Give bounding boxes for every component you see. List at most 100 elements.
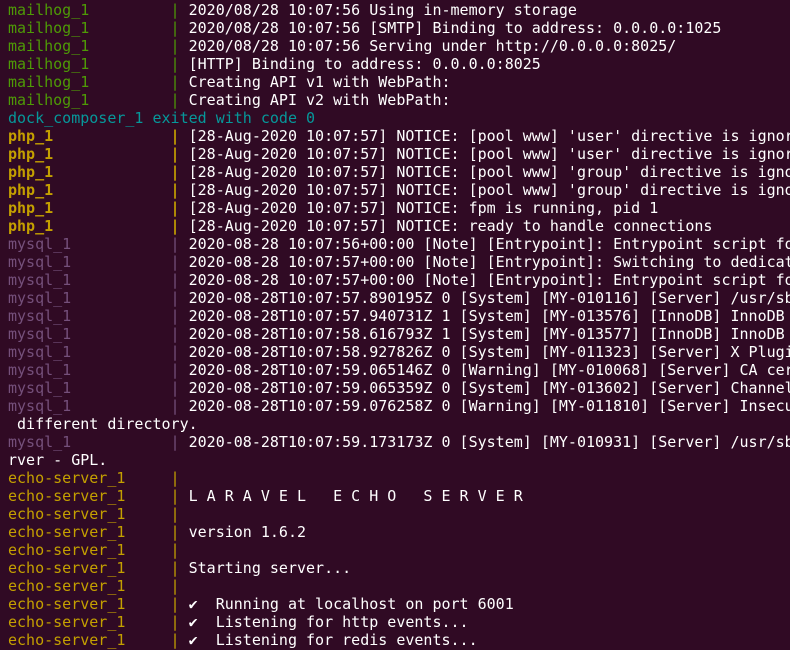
log-message: different directory. xyxy=(8,415,198,433)
service-name: mailhog_1 xyxy=(8,1,90,19)
service-name: echo-server_1 xyxy=(8,613,126,631)
log-message: [HTTP] Binding to address: 0.0.0.0:8025 xyxy=(188,55,541,73)
service-padding xyxy=(71,397,161,415)
service-padding xyxy=(89,1,161,19)
service-padding xyxy=(71,325,161,343)
column-separator: | xyxy=(161,1,189,19)
log-line: echo-server_1 | Starting server... xyxy=(0,559,790,577)
log-message: Starting server... xyxy=(188,559,352,577)
log-line: mysql_1 | 2020-08-28 10:07:57+00:00 [Not… xyxy=(0,253,790,271)
column-separator: | xyxy=(161,217,189,235)
service-name: mysql_1 xyxy=(8,289,72,307)
log-message: ✔ Running at localhost on port 6001 xyxy=(188,595,514,613)
service-padding xyxy=(53,127,161,145)
service-padding xyxy=(125,523,161,541)
service-name: echo-server_1 xyxy=(8,505,126,523)
log-line: mailhog_1 | 2020/08/28 10:07:56 [SMTP] B… xyxy=(0,19,790,37)
log-line: different directory. xyxy=(0,415,790,433)
service-name: mailhog_1 xyxy=(8,19,90,37)
log-message: Creating API v2 with WebPath: xyxy=(188,91,451,109)
log-message: [28-Aug-2020 10:07:57] NOTICE: fpm is ru… xyxy=(188,199,659,217)
service-padding xyxy=(125,505,161,523)
column-separator: | xyxy=(161,577,189,595)
service-name: echo-server_1 xyxy=(8,631,126,649)
log-message: version 1.6.2 xyxy=(188,523,307,541)
log-message: ✔ Listening for http events... xyxy=(188,613,469,631)
column-separator: | xyxy=(161,541,189,559)
service-padding xyxy=(71,289,161,307)
service-padding xyxy=(125,559,161,577)
column-separator: | xyxy=(161,559,189,577)
column-separator: | xyxy=(161,37,189,55)
log-line: mailhog_1 | Creating API v1 with WebPath… xyxy=(0,73,790,91)
service-name: dock_composer_1 exited with code 0 xyxy=(8,109,316,127)
service-name: php_1 xyxy=(8,217,54,235)
log-message: [28-Aug-2020 10:07:57] NOTICE: [pool www… xyxy=(188,181,790,199)
column-separator: | xyxy=(161,73,189,91)
service-padding xyxy=(71,361,161,379)
log-line: mysql_1 | 2020-08-28T10:07:58.927826Z 0 … xyxy=(0,343,790,361)
log-line: php_1 | [28-Aug-2020 10:07:57] NOTICE: r… xyxy=(0,217,790,235)
service-name: mailhog_1 xyxy=(8,73,90,91)
service-padding xyxy=(125,595,161,613)
service-name: echo-server_1 xyxy=(8,523,126,541)
log-line: mysql_1 | 2020-08-28 10:07:56+00:00 [Not… xyxy=(0,235,790,253)
column-separator: | xyxy=(161,397,189,415)
log-line: php_1 | [28-Aug-2020 10:07:57] NOTICE: [… xyxy=(0,127,790,145)
service-name: mailhog_1 xyxy=(8,37,90,55)
service-padding xyxy=(71,271,161,289)
log-message: 2020/08/28 10:07:56 Using in-memory stor… xyxy=(188,1,577,19)
log-line: mysql_1 | 2020-08-28T10:07:59.173173Z 0 … xyxy=(0,433,790,451)
log-line: mysql_1 | 2020-08-28 10:07:57+00:00 [Not… xyxy=(0,271,790,289)
column-separator: | xyxy=(161,253,189,271)
service-padding xyxy=(125,631,161,649)
log-line: echo-server_1 | ✔ Listening for redis ev… xyxy=(0,631,790,649)
service-name: mysql_1 xyxy=(8,379,72,397)
column-separator: | xyxy=(161,433,189,451)
service-padding xyxy=(53,181,161,199)
service-name: php_1 xyxy=(8,127,54,145)
column-separator: | xyxy=(161,379,189,397)
log-line: php_1 | [28-Aug-2020 10:07:57] NOTICE: [… xyxy=(0,181,790,199)
service-name: php_1 xyxy=(8,181,54,199)
service-padding xyxy=(89,55,161,73)
log-message: [28-Aug-2020 10:07:57] NOTICE: [pool www… xyxy=(188,127,790,145)
log-line: echo-server_1 | xyxy=(0,469,790,487)
service-name: mysql_1 xyxy=(8,253,72,271)
column-separator: | xyxy=(161,127,189,145)
service-padding xyxy=(89,19,161,37)
log-message: ✔ Listening for redis events... xyxy=(188,631,478,649)
service-padding xyxy=(71,307,161,325)
log-message: 2020-08-28 10:07:57+00:00 [Note] [Entryp… xyxy=(188,253,790,271)
column-separator: | xyxy=(161,595,189,613)
service-name: echo-server_1 xyxy=(8,577,126,595)
log-message: [28-Aug-2020 10:07:57] NOTICE: ready to … xyxy=(188,217,713,235)
log-line: echo-server_1 | L A R A V E L E C H O S … xyxy=(0,487,790,505)
service-padding xyxy=(125,613,161,631)
log-line: echo-server_1 | xyxy=(0,577,790,595)
service-padding xyxy=(53,199,161,217)
service-padding xyxy=(125,487,161,505)
log-line: mysql_1 | 2020-08-28T10:07:58.616793Z 1 … xyxy=(0,325,790,343)
column-separator: | xyxy=(161,523,189,541)
service-name: mysql_1 xyxy=(8,325,72,343)
log-line: mysql_1 | 2020-08-28T10:07:59.065359Z 0 … xyxy=(0,379,790,397)
log-message: 2020/08/28 10:07:56 [SMTP] Binding to ad… xyxy=(188,19,722,37)
service-name: php_1 xyxy=(8,163,54,181)
log-message: rver - GPL. xyxy=(8,451,108,469)
log-message: [28-Aug-2020 10:07:57] NOTICE: [pool www… xyxy=(188,145,790,163)
service-padding xyxy=(125,469,161,487)
terminal-window[interactable]: mailhog_1 | 2020/08/28 10:07:56 Using in… xyxy=(0,0,790,650)
column-separator: | xyxy=(161,613,189,631)
service-name: php_1 xyxy=(8,199,54,217)
service-name: mysql_1 xyxy=(8,433,72,451)
log-message: 2020-08-28T10:07:57.940731Z 1 [System] [… xyxy=(188,307,790,325)
column-separator: | xyxy=(161,289,189,307)
log-line: mailhog_1 | 2020/08/28 10:07:56 Serving … xyxy=(0,37,790,55)
service-padding xyxy=(53,163,161,181)
column-separator: | xyxy=(161,271,189,289)
log-message: Creating API v1 with WebPath: xyxy=(188,73,451,91)
log-line: echo-server_1 | version 1.6.2 xyxy=(0,523,790,541)
column-separator: | xyxy=(161,19,189,37)
log-message: 2020-08-28 10:07:57+00:00 [Note] [Entryp… xyxy=(188,271,790,289)
